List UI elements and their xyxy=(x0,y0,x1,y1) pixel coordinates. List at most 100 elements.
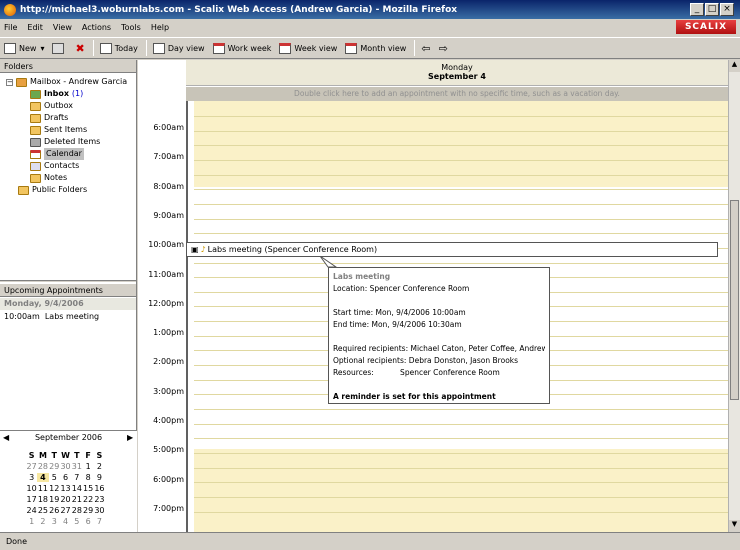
time-slot-line xyxy=(194,145,728,147)
new-button[interactable]: New ▾ xyxy=(4,39,44,57)
scalix-logo: SCALIX xyxy=(676,20,736,34)
folder-outbox[interactable]: Outbox xyxy=(30,100,73,112)
delete-icon: ✖ xyxy=(75,41,85,55)
collapse-icon[interactable]: − xyxy=(6,78,13,86)
mini-calendar-week[interactable]: 10 11 12 13 14 15 16 xyxy=(26,484,118,493)
window-title: http://michael3.woburnlabs.com - Scalix … xyxy=(20,4,458,15)
week-view-button[interactable]: Week view xyxy=(279,39,337,57)
delete-button[interactable]: ✖ xyxy=(75,39,84,57)
folder-contacts[interactable]: Contacts xyxy=(30,160,79,172)
outbox-icon xyxy=(30,101,41,111)
work-week-button[interactable]: Work week xyxy=(212,39,271,57)
arrow-right-icon: ⇨ xyxy=(438,41,448,55)
today-icon xyxy=(99,42,112,54)
time-slot-line xyxy=(194,189,728,191)
scroll-up-icon[interactable]: ▲ xyxy=(729,60,740,72)
arrow-left-icon: ⇦ xyxy=(421,41,431,55)
folder-sent-items[interactable]: Sent Items xyxy=(30,124,87,136)
hour-label: 11:00am xyxy=(148,269,184,279)
status-bar: Done xyxy=(0,532,740,550)
time-slot-line xyxy=(194,130,728,132)
window-title-bar: http://michael3.woburnlabs.com - Scalix … xyxy=(0,0,740,19)
hour-label: 12:00pm xyxy=(148,298,184,308)
folder-calendar[interactable]: Calendar xyxy=(30,148,84,160)
mini-calendar-next[interactable]: ▶ xyxy=(127,433,133,442)
today-button[interactable]: Today xyxy=(99,39,138,57)
vertical-scrollbar[interactable]: ▲ ▼ xyxy=(728,60,740,532)
folders-header: Folders xyxy=(0,60,136,73)
next-button[interactable]: ⇨ xyxy=(439,39,448,57)
time-slot-line xyxy=(194,467,728,469)
tooltip-end: End time: Mon, 9/4/2006 10:30am xyxy=(333,320,462,329)
inbox-unread-count: (1) xyxy=(71,89,84,98)
minimize-button[interactable]: _ xyxy=(690,3,704,16)
time-slot-line xyxy=(194,262,728,264)
appointment-tooltip: Labs meeting Location: Spencer Conferenc… xyxy=(328,267,550,404)
appointment-icon: ▣ xyxy=(191,245,199,254)
print-button[interactable] xyxy=(52,39,67,57)
print-icon xyxy=(52,42,65,54)
scroll-down-icon[interactable]: ▼ xyxy=(729,520,740,532)
tooltip-optional: Optional recipients: Debra Donston, Jaso… xyxy=(333,356,519,365)
upcoming-item[interactable]: 10:00am Labs meeting xyxy=(4,311,99,323)
firefox-icon xyxy=(4,3,16,16)
time-slot-line xyxy=(194,159,728,161)
menu-view[interactable]: View xyxy=(53,23,72,32)
hour-label: 1:00pm xyxy=(153,328,184,338)
menu-edit[interactable]: Edit xyxy=(27,23,43,32)
hour-label: 6:00pm xyxy=(153,474,184,484)
sent-items-icon xyxy=(30,125,41,135)
time-slot-line xyxy=(194,496,728,498)
hour-label: 2:00pm xyxy=(153,357,184,367)
mini-calendar-week[interactable]: 17 18 19 20 21 22 23 xyxy=(26,495,118,504)
mini-calendar-week[interactable]: 27 28 29 30 31 1 2 xyxy=(26,462,118,471)
hour-label: 8:00am xyxy=(153,181,184,191)
time-slot-line xyxy=(194,174,728,176)
month-view-button[interactable]: Month view xyxy=(345,39,406,57)
folder-public-folders[interactable]: Public Folders xyxy=(18,184,87,196)
mini-calendar-week[interactable]: 1234567 xyxy=(26,517,118,526)
maximize-button[interactable]: □ xyxy=(705,3,719,16)
mini-calendar: ◀ September 2006 ▶ SMTWTFS 27 28 29 30 31 1 2 … xyxy=(0,430,137,532)
mailbox-icon xyxy=(16,77,27,87)
mini-calendar-week[interactable]: 24 25 26 27 28 29 30 xyxy=(26,506,118,515)
contacts-icon xyxy=(30,161,41,171)
toolbar-divider xyxy=(92,40,94,56)
menu-tools[interactable]: Tools xyxy=(121,23,141,32)
hour-label: 9:00am xyxy=(153,210,184,220)
time-slot-line xyxy=(194,482,728,484)
folder-drafts[interactable]: Drafts xyxy=(30,112,68,124)
folder-deleted-items[interactable]: Deleted Items xyxy=(30,136,100,148)
tooltip-required: Required recipients: Michael Caton, Pete… xyxy=(333,344,545,353)
menu-bar: File Edit View Actions Tools Help xyxy=(0,19,740,36)
hour-label: 6:00am xyxy=(153,123,184,132)
folder-mailbox[interactable]: − Mailbox - Andrew Garcia xyxy=(6,76,127,88)
week-view-icon xyxy=(279,42,292,54)
menu-help[interactable]: Help xyxy=(151,23,169,32)
day-view-icon xyxy=(152,42,165,54)
day-view-button[interactable]: Day view xyxy=(152,39,205,57)
time-slot-line xyxy=(194,423,728,425)
mini-calendar-today: 4 xyxy=(37,473,49,482)
scroll-thumb[interactable] xyxy=(730,200,739,400)
toolbar: New ▾ ✖ Today Day view Work week Week vie… xyxy=(0,37,740,59)
appointment-labs-meeting[interactable]: ▣ ♪ Labs meeting (Spencer Conference Roo… xyxy=(186,242,718,257)
tooltip-location: Location: Spencer Conference Room xyxy=(333,284,470,293)
close-window-button[interactable]: × xyxy=(720,3,734,16)
menu-file[interactable]: File xyxy=(4,23,17,32)
time-slot-line xyxy=(194,203,728,205)
new-icon xyxy=(4,42,16,54)
upcoming-header: Upcoming Appointments xyxy=(0,284,136,297)
time-slot-line xyxy=(194,116,728,117)
time-slot-line xyxy=(194,233,728,235)
pane-splitter[interactable] xyxy=(0,280,136,282)
previous-button[interactable]: ⇦ xyxy=(421,39,430,57)
mini-calendar-week[interactable]: 3456789 xyxy=(26,473,118,482)
folder-notes[interactable]: Notes xyxy=(30,172,67,184)
menu-actions[interactable]: Actions xyxy=(82,23,111,32)
tooltip-title: Labs meeting xyxy=(333,272,391,281)
calendar-icon xyxy=(30,149,41,159)
toolbar-divider xyxy=(414,40,416,56)
chevron-down-icon[interactable]: ▾ xyxy=(40,44,44,53)
folder-inbox[interactable]: Inbox (1) xyxy=(30,88,83,100)
